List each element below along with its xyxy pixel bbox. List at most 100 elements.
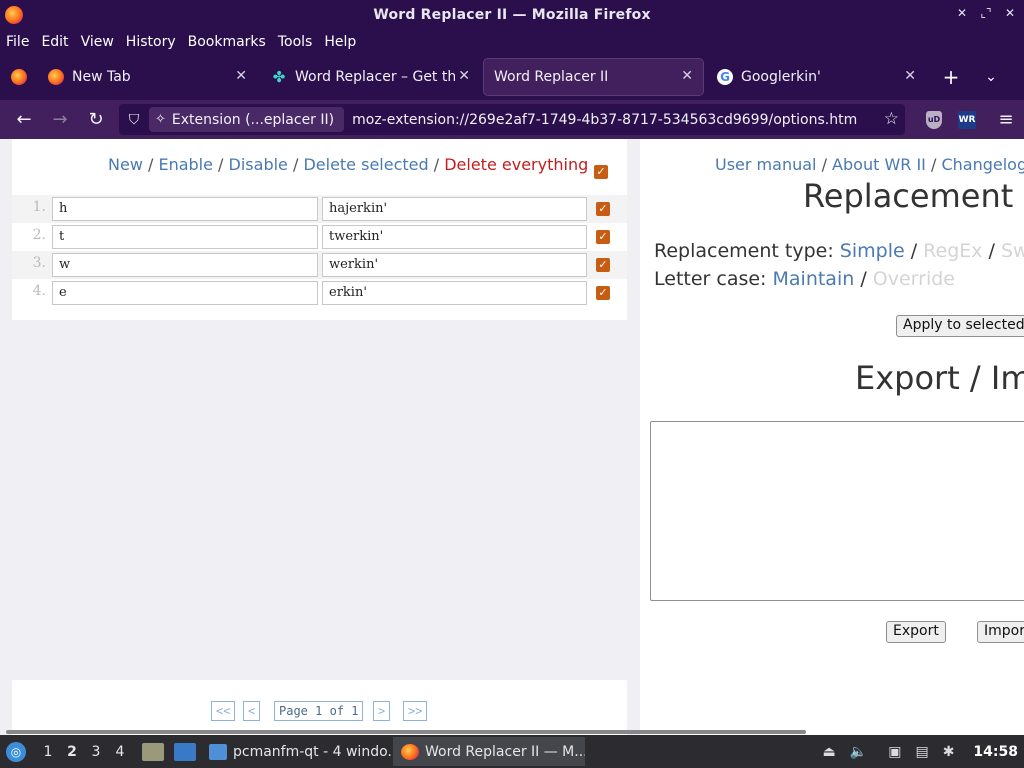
separator: /	[287, 155, 304, 174]
export-button[interactable]: Export	[886, 621, 946, 643]
delete-everything-link[interactable]: Delete everything	[444, 155, 588, 174]
minimize-icon[interactable]: ✕	[956, 6, 968, 20]
user-manual-link[interactable]: User manual	[715, 155, 816, 174]
panel-divider[interactable]	[630, 139, 640, 735]
replace-input[interactable]: twerkin'	[322, 225, 587, 249]
menu-view[interactable]: View	[81, 34, 114, 50]
tab-close-icon[interactable]: ✕	[904, 68, 916, 84]
show-desktop-icon[interactable]	[174, 742, 196, 761]
case-override-option[interactable]: Override	[873, 268, 955, 290]
separator: /	[212, 155, 229, 174]
tab-new-tab[interactable]: New Tab ✕	[38, 59, 257, 95]
find-input[interactable]: t	[52, 225, 318, 249]
help-links: User manual / About WR II / Changelog / …	[715, 155, 1024, 174]
new-tab-button[interactable]: +	[936, 65, 966, 89]
enable-link[interactable]: Enable	[158, 155, 213, 174]
delete-selected-link[interactable]: Delete selected	[303, 155, 428, 174]
letter-case-row: Letter case: Maintain / Override	[654, 268, 955, 290]
volume-icon[interactable]: 🔈	[850, 744, 867, 760]
case-maintain-option[interactable]: Maintain	[773, 268, 855, 290]
last-page-button[interactable]: >>	[403, 701, 428, 721]
eject-icon[interactable]: ⏏	[823, 744, 836, 760]
type-simple-option[interactable]: Simple	[840, 240, 905, 262]
back-arrow-icon[interactable]: ←	[6, 109, 42, 130]
puzzle-icon: ✤	[272, 68, 286, 86]
workspace-4[interactable]: 4	[108, 744, 132, 760]
bluetooth-icon[interactable]: ✱	[943, 744, 955, 760]
row-checkbox[interactable]: ✓	[596, 202, 610, 216]
firefox-icon	[11, 69, 27, 85]
new-link[interactable]: New	[108, 155, 143, 174]
menu-bookmarks[interactable]: Bookmarks	[188, 34, 266, 50]
tab-word-replacer-addon[interactable]: ✤ Word Replacer – Get this Extension ✕	[261, 59, 480, 95]
tab-googlerkin[interactable]: G Googlerkin' ✕	[707, 59, 926, 95]
replace-input[interactable]: hajerkin'	[322, 197, 587, 221]
row-checkbox[interactable]: ✓	[596, 286, 610, 300]
menu-history[interactable]: History	[126, 34, 176, 50]
tab-close-icon[interactable]: ✕	[681, 68, 693, 84]
find-input[interactable]: h	[52, 197, 318, 221]
tab-close-icon[interactable]: ✕	[458, 68, 470, 84]
menu-file[interactable]: File	[6, 34, 29, 50]
separator: /	[428, 155, 445, 174]
task-label: pcmanfm-qt - 4 windo...	[233, 743, 393, 760]
letter-case-label: Letter case:	[654, 268, 773, 290]
maximize-icon[interactable]: ⌞⌝	[980, 6, 992, 20]
find-input[interactable]: w	[52, 253, 318, 277]
tracking-shield-icon[interactable]: ⛉	[119, 112, 149, 128]
changelog-link[interactable]: Changelog	[941, 155, 1024, 174]
url-bar[interactable]: ⛉ ✧ Extension (...eplacer II) moz-extens…	[119, 104, 905, 135]
table-row: 1. h hajerkin' ✓	[12, 195, 627, 223]
page-content: New / Enable / Disable / Delete selected…	[0, 139, 1024, 735]
row-checkbox[interactable]: ✓	[596, 230, 610, 244]
firefox-view-button[interactable]	[0, 54, 38, 100]
workspace-1[interactable]: 1	[36, 744, 60, 760]
import-button[interactable]: Import	[977, 621, 1024, 643]
url-text[interactable]: moz-extension://269e2af7-1749-4b37-8717-…	[352, 112, 857, 128]
tab-close-icon[interactable]: ✕	[235, 68, 247, 84]
separator: /	[925, 155, 942, 174]
forward-arrow-icon[interactable]: →	[42, 109, 78, 130]
find-input[interactable]: e	[52, 281, 318, 305]
export-import-heading: Export / Imp	[855, 359, 1024, 397]
disable-link[interactable]: Disable	[229, 155, 288, 174]
clipboard-icon[interactable]: ▤	[915, 744, 928, 760]
scrollbar-thumb[interactable]	[6, 730, 806, 734]
export-import-textarea[interactable]	[650, 421, 1024, 601]
menu-edit[interactable]: Edit	[41, 34, 68, 50]
replace-input[interactable]: werkin'	[322, 253, 587, 277]
ublock-origin-icon[interactable]: uD	[926, 110, 942, 129]
select-all-checkbox[interactable]: ✓	[594, 165, 608, 179]
next-page-button[interactable]: >	[373, 701, 391, 721]
bookmark-star-icon[interactable]: ☆	[884, 109, 899, 129]
type-regex-option[interactable]: RegEx	[923, 240, 982, 262]
hamburger-menu-icon[interactable]: ≡	[988, 109, 1024, 130]
close-icon[interactable]: ✕	[1004, 6, 1016, 20]
workspace-3[interactable]: 3	[84, 744, 108, 760]
page-indicator: Page 1 of 1	[274, 701, 364, 721]
apply-to-selected-button[interactable]: Apply to selected	[896, 315, 1024, 337]
row-number: 4.	[32, 283, 46, 299]
workspace-2[interactable]: 2	[60, 744, 84, 760]
menu-tools[interactable]: Tools	[278, 34, 313, 50]
first-page-button[interactable]: <<	[211, 701, 236, 721]
reload-icon[interactable]: ↻	[78, 109, 114, 130]
site-identity[interactable]: ✧ Extension (...eplacer II)	[149, 107, 345, 132]
tab-bar: New Tab ✕ ✤ Word Replacer – Get this Ext…	[0, 54, 1024, 100]
row-number: 2.	[32, 227, 46, 243]
prev-page-button[interactable]: <	[243, 701, 261, 721]
start-menu-icon[interactable]: ◎	[6, 741, 26, 762]
row-checkbox[interactable]: ✓	[596, 258, 610, 272]
about-link[interactable]: About WR II	[832, 155, 926, 174]
list-all-tabs-icon[interactable]: ⌄	[976, 69, 1006, 85]
file-manager-launcher-icon[interactable]	[142, 742, 164, 761]
menu-help[interactable]: Help	[324, 34, 356, 50]
network-icon[interactable]: ▣	[888, 744, 901, 760]
task-firefox[interactable]: Word Replacer II — M...	[393, 737, 585, 766]
word-replacer-icon[interactable]: WR	[958, 110, 976, 129]
type-swap-option[interactable]: Swap	[1001, 240, 1024, 262]
replace-input[interactable]: erkin'	[322, 281, 587, 305]
task-pcmanfm[interactable]: pcmanfm-qt - 4 windo...	[201, 737, 393, 766]
tab-word-replacer-ii[interactable]: Word Replacer II ✕	[483, 58, 704, 96]
menu-bar: File Edit View History Bookmarks Tools H…	[0, 30, 1024, 54]
